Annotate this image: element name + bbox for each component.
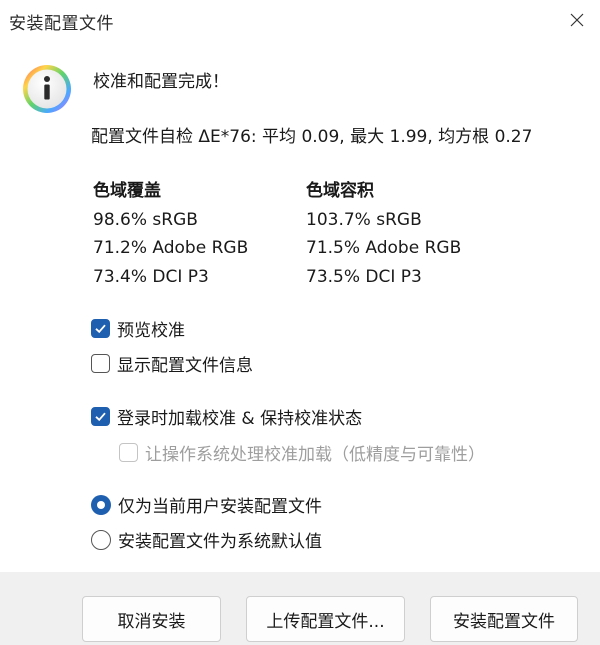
gamut-coverage-srgb: 98.6% sRGB — [93, 209, 198, 230]
install-profile-button[interactable]: 安装配置文件 — [430, 596, 578, 642]
radio-unselected-icon — [91, 529, 111, 550]
gamut-volume-srgb: 103.7% sRGB — [306, 209, 422, 230]
radio-selected-icon — [91, 494, 111, 515]
install-current-user-radio[interactable]: 仅为当前用户安装配置文件 — [91, 492, 322, 517]
completion-heading: 校准和配置完成！ — [93, 72, 229, 92]
os-handles-loading-label: 让操作系统处理校准加载（低精度与可靠性） — [145, 445, 485, 465]
show-profile-info-checkbox[interactable]: 显示配置文件信息 — [91, 351, 253, 376]
install-system-default-label: 安装配置文件为系统默认值 — [118, 532, 322, 552]
gamut-volume-dci-p3: 73.5% DCI P3 — [306, 266, 422, 287]
gamut-volume-column: 色域容积 103.7% sRGB 71.5% Adobe RGB 73.5% D… — [306, 177, 461, 291]
load-on-login-label: 登录时加载校准 & 保持校准状态 — [117, 409, 363, 429]
gamut-coverage-dci-p3: 73.4% DCI P3 — [93, 266, 209, 287]
window-title: 安装配置文件 — [9, 14, 114, 34]
close-button[interactable] — [554, 0, 600, 40]
gamut-volume-adobe-rgb: 71.5% Adobe RGB — [306, 238, 462, 258]
os-handles-loading-checkbox[interactable]: 让操作系统处理校准加载（低精度与可靠性） — [119, 440, 485, 465]
gamut-volume-header: 色域容积 — [306, 181, 374, 201]
preview-calibration-checkbox[interactable]: 预览校准 — [91, 316, 185, 341]
show-profile-info-label: 显示配置文件信息 — [117, 356, 253, 376]
preview-calibration-label: 预览校准 — [117, 321, 185, 341]
gamut-coverage-header: 色域覆盖 — [93, 181, 161, 201]
install-current-user-label: 仅为当前用户安装配置文件 — [118, 497, 322, 517]
title-bar: 安装配置文件 — [0, 0, 600, 40]
load-on-login-checkbox[interactable]: 登录时加载校准 & 保持校准状态 — [91, 404, 362, 429]
profile-self-check: 配置文件自检 ΔE*76: 平均 0.09, 最大 1.99, 均方根 0.27 — [91, 127, 533, 147]
info-icon — [23, 65, 71, 113]
upload-profile-button[interactable]: 上传配置文件... — [246, 596, 405, 642]
gamut-coverage-adobe-rgb: 71.2% Adobe RGB — [93, 238, 249, 258]
cancel-install-button[interactable]: 取消安装 — [82, 596, 221, 642]
checkbox-checked-icon — [91, 407, 110, 426]
checkbox-checked-icon — [91, 319, 110, 338]
checkbox-unchecked-icon — [91, 354, 110, 373]
gamut-coverage-column: 色域覆盖 98.6% sRGB 71.2% Adobe RGB 73.4% DC… — [93, 177, 248, 291]
dialog-content: 校准和配置完成！ 配置文件自检 ΔE*76: 平均 0.09, 最大 1.99,… — [0, 40, 600, 572]
close-icon — [570, 13, 584, 27]
install-system-default-radio[interactable]: 安装配置文件为系统默认值 — [91, 527, 322, 552]
checkbox-disabled-icon — [119, 443, 138, 462]
button-bar: 取消安装 上传配置文件... 安装配置文件 — [0, 572, 600, 645]
